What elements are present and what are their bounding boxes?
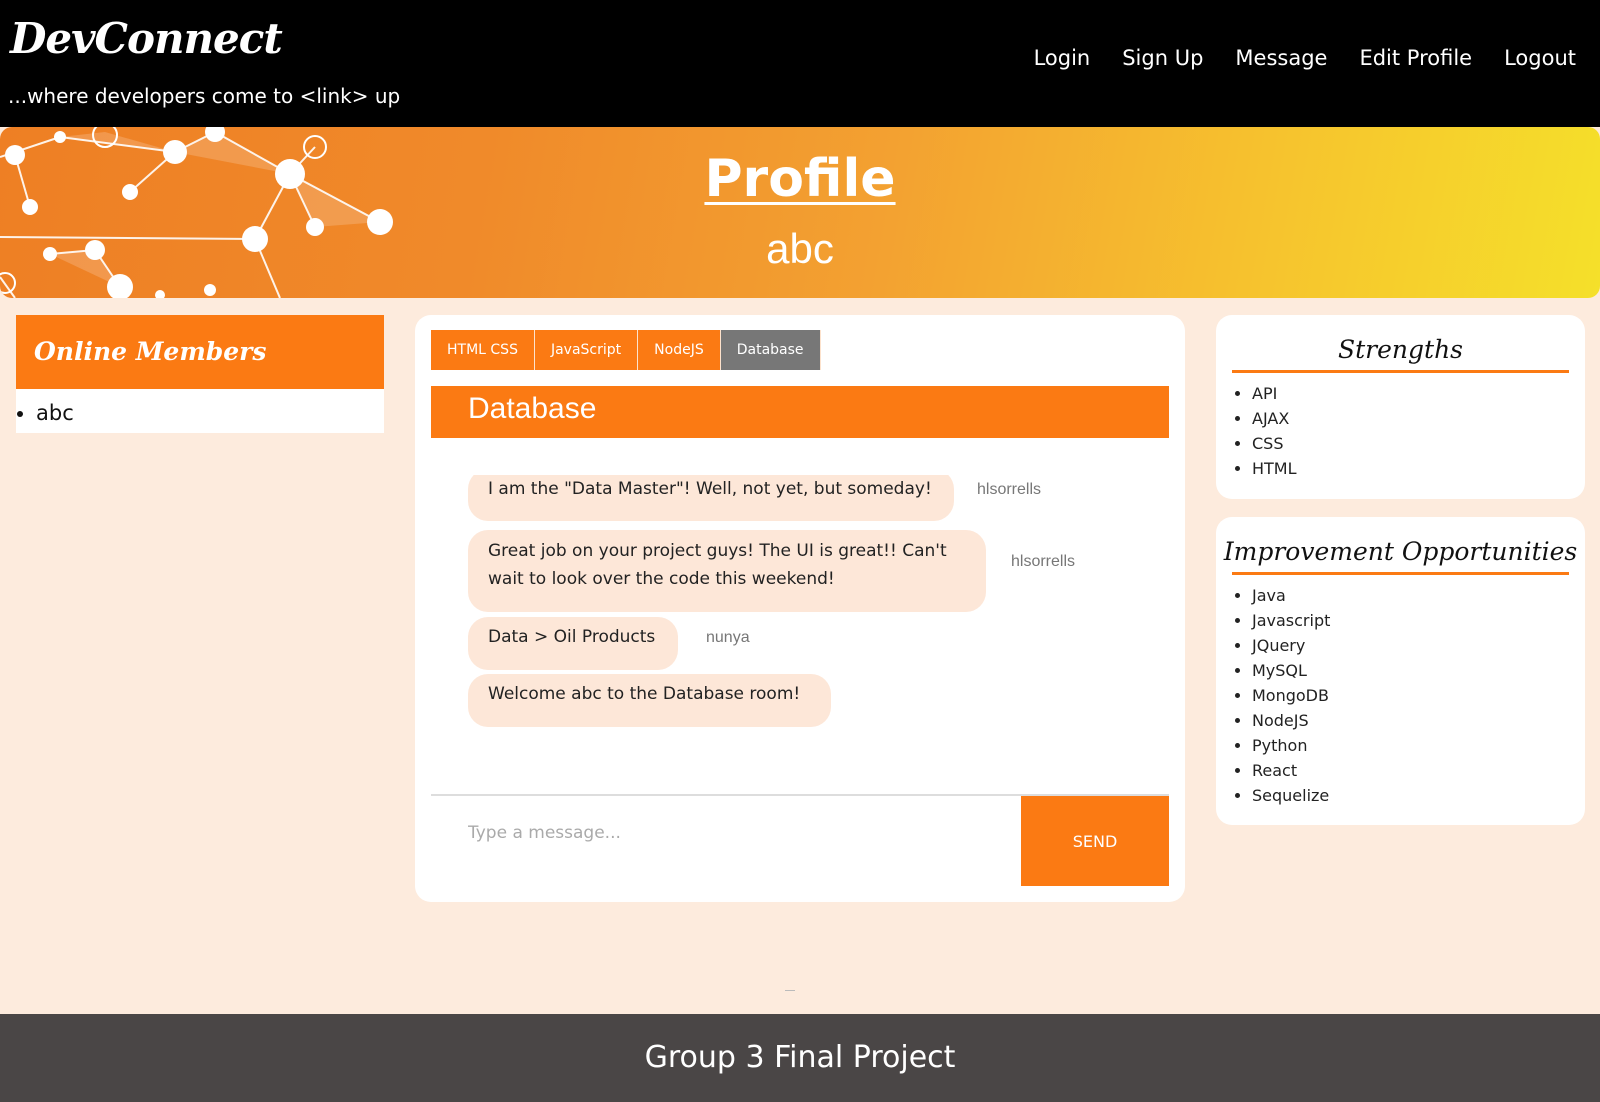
- nav-links: Login Sign Up Message Edit Profile Logou…: [1034, 46, 1576, 70]
- strengths-list: API AJAX CSS HTML: [1216, 373, 1585, 481]
- improvement-item: JQuery: [1252, 633, 1585, 658]
- message-compose: SEND: [431, 794, 1169, 886]
- message-bubble: I am the "Data Master"! Well, not yet, b…: [468, 475, 954, 521]
- chat-panel: HTML CSS JavaScript NodeJS Database Data…: [415, 315, 1185, 902]
- improvement-item: Javascript: [1252, 608, 1585, 633]
- improvements-title: Improvement Opportunities: [1223, 537, 1578, 566]
- message-bubble: Data > Oil Products: [468, 617, 678, 670]
- improvement-item: NodeJS: [1252, 708, 1585, 733]
- footer: Group 3 Final Project: [0, 1014, 1600, 1102]
- strength-item: AJAX: [1252, 406, 1585, 431]
- message-author: nunya: [706, 629, 750, 646]
- navbar: DevConnect ...where developers come to <…: [0, 0, 1600, 127]
- message-list[interactable]: I am the "Data Master"! Well, not yet, b…: [431, 475, 1169, 758]
- online-members-list: abc: [16, 389, 384, 425]
- strength-item: CSS: [1252, 431, 1585, 456]
- improvement-item: Python: [1252, 733, 1585, 758]
- brand-logo[interactable]: DevConnect: [10, 14, 283, 63]
- room-title: Database: [431, 386, 1169, 438]
- improvement-item: MongoDB: [1252, 683, 1585, 708]
- online-members-panel: Online Members abc: [16, 315, 384, 433]
- nav-login-link[interactable]: Login: [1034, 46, 1091, 70]
- brand-tagline: ...where developers come to <link> up: [8, 84, 401, 108]
- tab-database[interactable]: Database: [720, 330, 821, 370]
- page-title: Profile: [704, 149, 896, 209]
- profile-username: abc: [766, 225, 834, 272]
- profile-banner: Profile abc: [0, 127, 1600, 298]
- nav-message-link[interactable]: Message: [1235, 46, 1327, 70]
- room-tabs: HTML CSS JavaScript NodeJS Database: [431, 330, 821, 370]
- strengths-title: Strengths: [1338, 335, 1463, 364]
- nav-signup-link[interactable]: Sign Up: [1122, 46, 1203, 70]
- improvements-list: Java Javascript JQuery MySQL MongoDB Nod…: [1216, 575, 1585, 808]
- tab-html-css[interactable]: HTML CSS: [431, 330, 535, 370]
- improvement-item: MySQL: [1252, 658, 1585, 683]
- tab-javascript[interactable]: JavaScript: [534, 330, 639, 370]
- message-input[interactable]: [431, 796, 1021, 870]
- improvement-item: Sequelize: [1252, 783, 1585, 808]
- message-author: hlsorrells: [977, 481, 1042, 498]
- strengths-card: Strengths API AJAX CSS HTML: [1216, 315, 1585, 499]
- improvements-card: Improvement Opportunities Java Javascrip…: [1216, 517, 1585, 825]
- footer-divider: [785, 990, 795, 991]
- tab-nodejs[interactable]: NodeJS: [638, 330, 721, 370]
- improvement-item: Java: [1252, 583, 1585, 608]
- online-member-item[interactable]: abc: [36, 401, 384, 425]
- nav-logout-link[interactable]: Logout: [1504, 46, 1576, 70]
- strength-item: API: [1252, 381, 1585, 406]
- message-bubble: Great job on your project guys! The UI i…: [468, 530, 986, 612]
- send-button[interactable]: SEND: [1021, 796, 1169, 886]
- improvement-item: React: [1252, 758, 1585, 783]
- online-members-title: Online Members: [16, 315, 384, 389]
- message-author: hlsorrells: [1011, 553, 1076, 570]
- nav-edit-profile-link[interactable]: Edit Profile: [1359, 46, 1472, 70]
- strength-item: HTML: [1252, 456, 1585, 481]
- message-bubble: Welcome abc to the Database room!: [468, 674, 831, 727]
